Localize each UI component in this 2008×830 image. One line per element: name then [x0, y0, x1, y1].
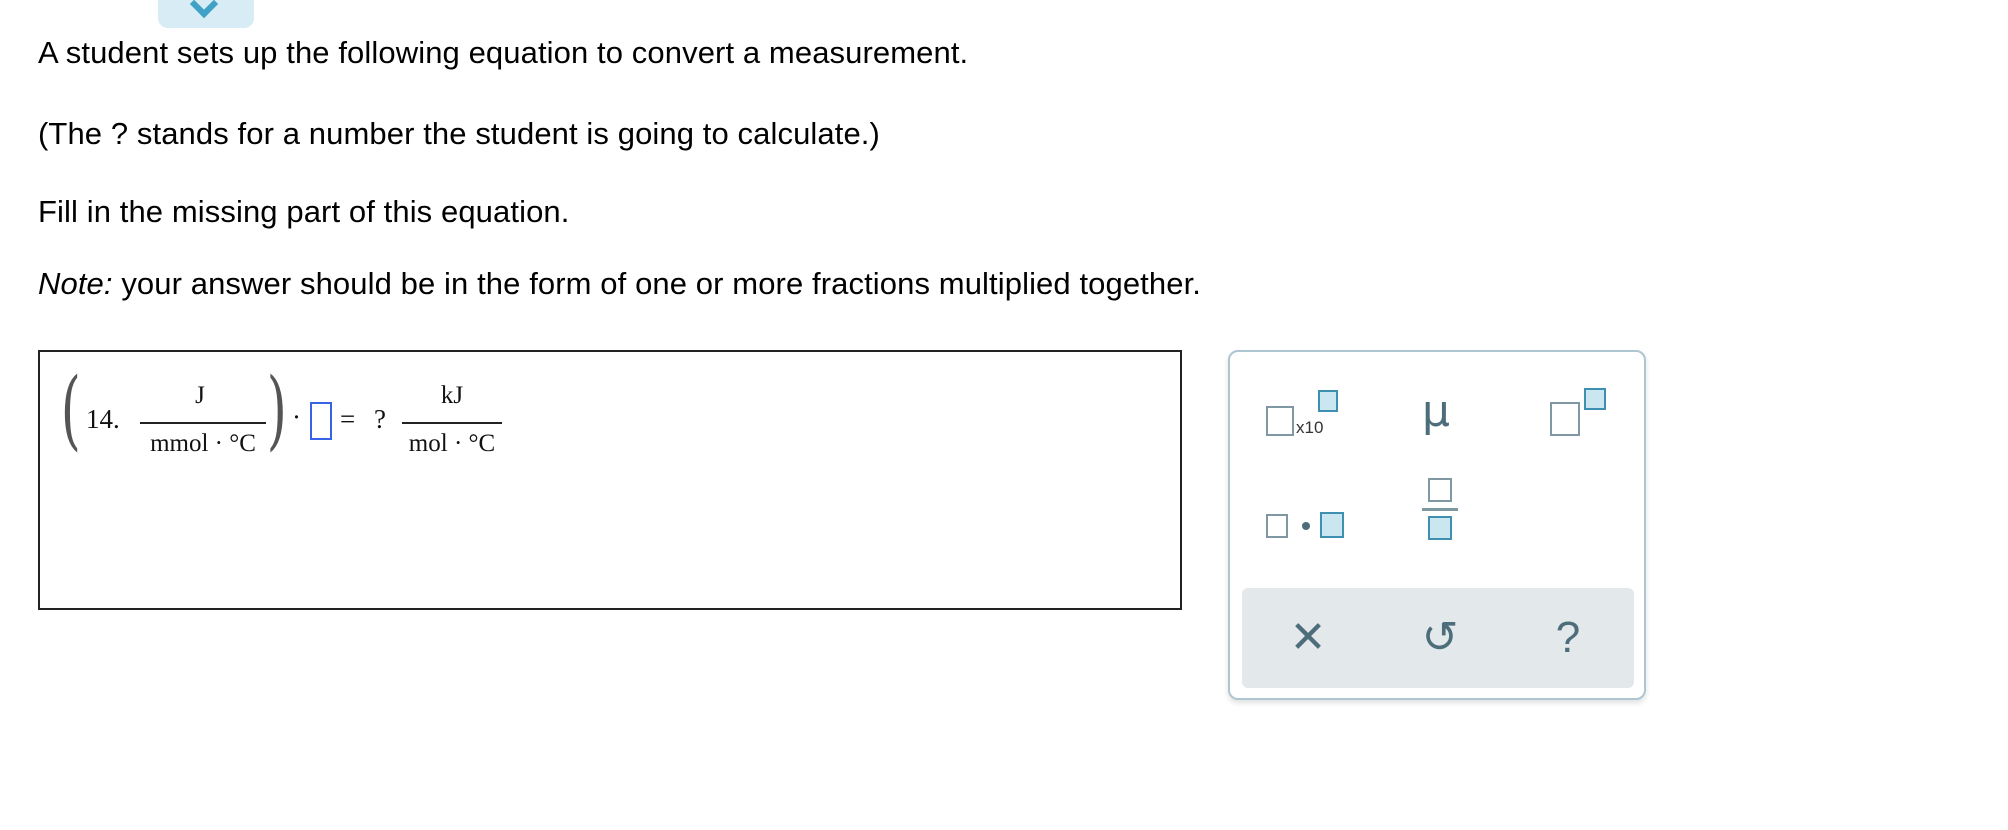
x10-label: x10: [1296, 418, 1324, 437]
right-box-icon: [1320, 512, 1344, 538]
help-icon[interactable]: ?: [1518, 606, 1618, 670]
mu-icon: μ: [1422, 386, 1450, 437]
left-fraction-denominator: mmol · °C: [150, 430, 256, 457]
coefficient: 14.: [86, 404, 120, 434]
left-fraction-bar: [140, 422, 266, 424]
note-text: your answer should be in the form of one…: [112, 266, 1202, 301]
left-box-icon: [1266, 514, 1288, 538]
denominator-box-icon: [1428, 516, 1452, 540]
base-box-icon: [1266, 406, 1294, 436]
right-fraction-denominator: mol · °C: [408, 430, 496, 457]
numerator-box-icon: [1428, 478, 1452, 502]
missing-term-input[interactable]: [310, 402, 332, 440]
math-palette: x10 μ ✕ ↺ ?: [1228, 350, 1646, 700]
unknown-value: ?: [374, 404, 386, 434]
fraction-bar-icon: [1422, 508, 1458, 511]
instruction-line-2: (The ? stands for a number the student i…: [38, 116, 880, 151]
collapse-tab[interactable]: [158, 0, 254, 28]
chevron-down-icon: [189, 0, 219, 19]
right-fraction-bar: [402, 422, 502, 424]
dot-icon: [1302, 522, 1310, 530]
scientific-notation-button[interactable]: x10: [1258, 382, 1358, 452]
right-fraction-numerator: kJ: [440, 382, 464, 409]
instruction-line-3: Fill in the missing part of this equatio…: [38, 194, 570, 229]
superscript-box-icon: [1584, 388, 1606, 410]
left-paren: (: [60, 360, 81, 460]
equals-sign: =: [340, 404, 356, 434]
note-label: Note:: [38, 266, 113, 301]
base-box-icon: [1550, 402, 1580, 436]
micro-symbol-button[interactable]: μ: [1390, 382, 1490, 452]
superscript-button[interactable]: [1534, 382, 1634, 452]
right-paren: ): [266, 360, 287, 460]
note-line: Note: your answer should be in the form …: [38, 265, 1201, 303]
instruction-line-1: A student sets up the following equation…: [38, 35, 969, 70]
clear-icon[interactable]: ✕: [1258, 606, 1358, 670]
left-fraction-numerator: J: [195, 382, 205, 409]
multiply-dot: ·: [292, 402, 301, 432]
action-bar: ✕ ↺ ?: [1242, 588, 1634, 688]
answer-input-area[interactable]: ( 14. J mmol · °C ) · = ? kJ mol · °C: [38, 350, 1182, 610]
exponent-box-icon: [1318, 390, 1338, 412]
undo-icon[interactable]: ↺: [1390, 606, 1490, 670]
fraction-button[interactable]: [1390, 478, 1490, 548]
multiplication-dot-button[interactable]: [1258, 492, 1358, 562]
